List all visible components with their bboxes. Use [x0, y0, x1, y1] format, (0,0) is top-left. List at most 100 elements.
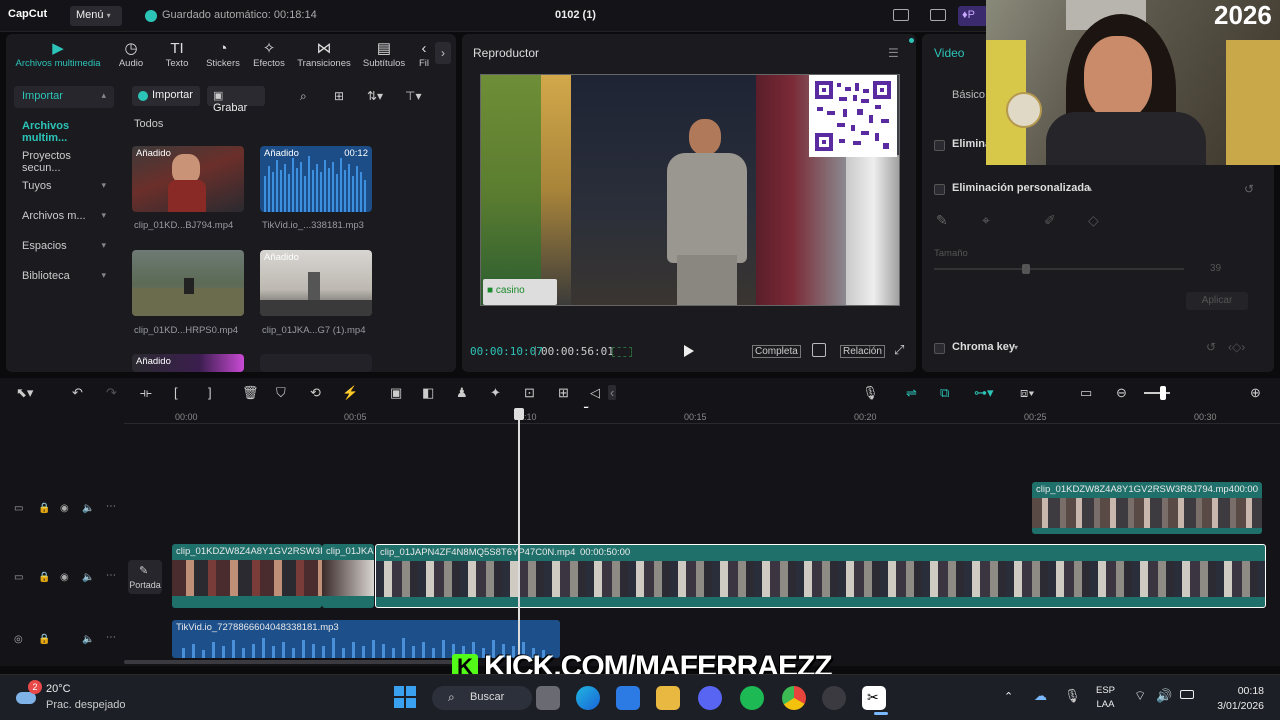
keyframe-icon[interactable]: ‹◇› — [1228, 340, 1245, 354]
capcut-icon[interactable]: ✂ — [862, 686, 886, 710]
preview-axis-icon[interactable]: ⧈▾ — [1020, 385, 1035, 401]
collapse-tools-icon[interactable]: ‹ — [608, 385, 617, 400]
tab-video[interactable]: Video — [934, 46, 964, 60]
mark-icon[interactable]: ⛉ — [276, 385, 286, 401]
chrome-icon[interactable] — [782, 686, 806, 710]
size-slider[interactable] — [934, 268, 1184, 270]
freeze-icon[interactable]: ▣ — [390, 385, 402, 401]
microphone-icon[interactable]: 🎙 — [862, 385, 879, 401]
eraser-icon[interactable]: ◇ — [1088, 212, 1099, 229]
hd-icon[interactable]: ⊡ — [524, 385, 535, 401]
tray-chevron-up-icon[interactable]: ⌃ — [1004, 690, 1013, 703]
tab-stickers[interactable]: ◔ Stickers — [198, 40, 248, 69]
spotify-icon[interactable] — [740, 686, 764, 710]
lock-icon[interactable]: 🔒 — [38, 634, 50, 645]
media-item[interactable]: Añadido — [132, 146, 244, 212]
playhead-handle[interactable] — [514, 408, 524, 420]
screenshot-icon[interactable] — [812, 343, 826, 357]
eye-icon[interactable]: ◉ — [60, 503, 69, 514]
store-icon[interactable] — [616, 686, 640, 710]
side-item-subprojects[interactable]: Proyectos secun... — [14, 146, 114, 174]
more-icon[interactable]: ⋯ — [106, 501, 116, 512]
crop-icon[interactable]: ⊞ — [558, 385, 569, 401]
eye-icon[interactable]: ◉ — [60, 572, 69, 583]
size-value[interactable]: 39 — [1210, 263, 1221, 274]
redo-icon[interactable]: ↷ — [106, 385, 117, 401]
loop-icon[interactable]: ⟲ — [310, 385, 321, 401]
zoom-out-icon[interactable]: ⊖ — [1116, 385, 1127, 401]
cover-button[interactable]: ✎ Portada — [128, 560, 162, 594]
media-item[interactable]: Añadido — [260, 250, 372, 316]
timeline-clip[interactable]: clip_01KDZW8Z4A8Y1GV2RSW3R — [172, 544, 322, 608]
lock-icon[interactable]: 🔒 — [38, 503, 50, 514]
media-item[interactable]: Añadido — [132, 354, 244, 372]
magnet-icon[interactable]: ⧉ — [940, 385, 949, 401]
timeline-clip[interactable]: clip_01JKA — [322, 544, 374, 608]
size-slider-handle[interactable] — [1022, 264, 1030, 274]
remove-bg-checkbox[interactable] — [934, 140, 945, 151]
discord-icon[interactable] — [698, 686, 722, 710]
side-item-library[interactable]: Biblioteca ▾ — [14, 266, 114, 288]
full-quality-button[interactable]: Completa — [752, 345, 801, 358]
split-left-icon[interactable]: [ — [174, 385, 178, 400]
speed-icon[interactable]: ⚡ — [342, 385, 358, 401]
volume-icon[interactable]: 🔈 — [82, 572, 94, 583]
reset-icon[interactable]: ↺ — [1206, 340, 1216, 354]
clock[interactable]: 00:18 3/01/2026 — [1208, 684, 1264, 714]
person-cutout-icon[interactable]: ♟ — [456, 385, 468, 401]
tabs-scroll-right-icon[interactable]: › — [435, 42, 451, 64]
apply-button[interactable]: Aplicar — [1186, 292, 1248, 310]
timeline-clip[interactable]: clip_01KDZW8Z4A8Y1GV2RSW3R8J794.mp4 00:0… — [1032, 482, 1262, 534]
task-view-icon[interactable] — [536, 686, 560, 710]
reset-icon[interactable]: ↺ — [1244, 182, 1254, 196]
pro-button[interactable]: ♦P — [958, 6, 988, 26]
media-item-audio[interactable]: Añadido 00:12 — [260, 146, 372, 212]
thumbnail-icon[interactable]: ▭ — [1080, 385, 1092, 401]
aspect-ratio-button[interactable]: Relación — [840, 345, 885, 358]
layout-icon[interactable] — [893, 9, 909, 21]
tab-media[interactable]: ▶ Archivos multimedia — [10, 40, 106, 69]
microphone-icon[interactable]: 🎙 — [1064, 688, 1081, 704]
side-item-files[interactable]: Archivos m... ▾ — [14, 206, 114, 228]
language-indicator[interactable]: ESP LAA — [1096, 684, 1115, 712]
fullscreen-icon[interactable]: ⤢ — [894, 342, 904, 358]
battery-icon[interactable] — [1180, 690, 1194, 699]
link-main-track-icon[interactable]: ⇌ — [906, 385, 917, 401]
volume-icon[interactable]: 🔈 — [82, 634, 94, 645]
more-icon[interactable]: ⋯ — [106, 570, 116, 581]
timeline-clip-selected[interactable]: clip_01JAPN4ZF4N8MQ5S8T6YP47C0N.mp4 00:0… — [375, 544, 1266, 608]
chroma-key-checkbox[interactable] — [934, 343, 945, 354]
edge-icon[interactable] — [576, 686, 600, 710]
windows-start-icon[interactable] — [394, 686, 416, 708]
lock-icon[interactable]: 🔒 — [38, 572, 50, 583]
side-item-yours[interactable]: Tuyos ▾ — [14, 176, 114, 198]
video-preview[interactable]: ■ casino — [480, 74, 900, 306]
delete-icon[interactable]: 🗑 — [242, 385, 259, 401]
tab-filters[interactable]: ‹ Fil — [414, 40, 434, 69]
chevron-down-icon[interactable]: ▾ — [1014, 343, 1018, 352]
weather-icon[interactable]: 2 — [14, 680, 42, 706]
timeline-scrollbar[interactable] — [124, 660, 464, 664]
record-button[interactable]: ▣ Grabar — [207, 86, 265, 114]
split-icon[interactable]: ⟛ — [140, 385, 152, 401]
side-item-spaces[interactable]: Espacios ▾ — [14, 236, 114, 258]
custom-removal-checkbox[interactable] — [934, 184, 945, 195]
brush-icon[interactable]: ✎ — [936, 212, 948, 229]
grid-view-icon[interactable]: ⊞ — [334, 89, 344, 103]
tab-subtitles[interactable]: ▤ Subtítulos — [356, 40, 412, 69]
zoom-slider[interactable] — [1144, 392, 1170, 394]
select-tool-icon[interactable]: ⬉▾ — [16, 385, 33, 401]
weather-description[interactable]: Prac. despejado — [46, 699, 126, 711]
side-item-media[interactable]: Archivos multim... — [14, 116, 114, 144]
playhead[interactable] — [518, 408, 520, 658]
sort-icon[interactable]: ⇅▾ — [367, 89, 383, 103]
player-menu-icon[interactable]: ☰ — [888, 46, 899, 60]
media-item[interactable] — [132, 250, 244, 316]
play-icon[interactable] — [682, 344, 696, 358]
tab-transitions[interactable]: ⋈ Transiciones — [294, 40, 354, 69]
mirror-icon[interactable]: ◧ — [422, 385, 434, 401]
menu-button[interactable]: Menú ▾ — [70, 6, 122, 26]
tab-text[interactable]: TI Texto — [152, 40, 202, 69]
pen-icon[interactable]: ✐ — [1044, 212, 1056, 229]
split-right-icon[interactable]: ] — [208, 385, 212, 400]
